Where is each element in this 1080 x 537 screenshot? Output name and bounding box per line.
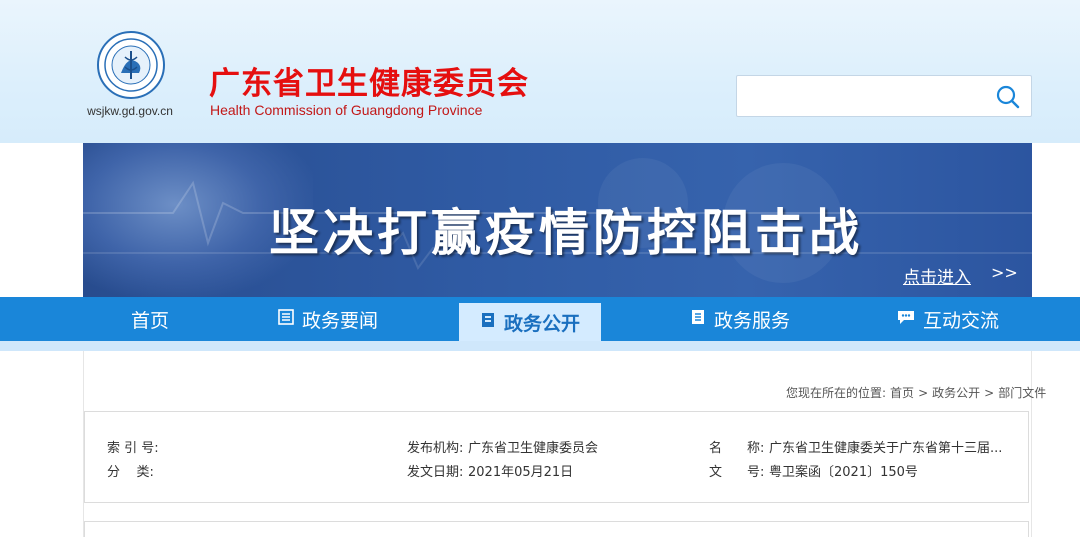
search-box [736, 75, 1032, 117]
nav-gov-service[interactable]: 政务服务 [672, 297, 808, 341]
publisher-value: 广东省卫生健康委员会 [468, 441, 599, 456]
breadcrumb-separator: > [918, 386, 929, 400]
breadcrumb: 您现在所在的位置: 首页 > 政务公开 > 部门文件 [784, 384, 1078, 401]
docno-value: 粤卫案函〔2021〕150号 [769, 465, 918, 480]
nav-underline [0, 341, 1080, 351]
site-header: wsjkw.gd.gov.cn 广东省卫生健康委员会 Health Commis… [0, 0, 1080, 143]
nav-gov-open[interactable]: 政务公开 [459, 303, 601, 341]
docno-label-b: 号: [747, 465, 765, 480]
banner-slogan: 坚决打赢疫情防控阻击战 [269, 204, 863, 262]
site-logo[interactable] [97, 31, 165, 99]
enter-arrows: >> [991, 263, 1018, 282]
category-label: 分 类: [107, 465, 154, 480]
site-title[interactable]: 广东省卫生健康委员会 [209, 58, 529, 103]
document-info-table: 索 引 号: 分 类: 发布机构: 广东省卫生健康委员会 发文日期: 2021年… [84, 411, 1029, 503]
document-icon [480, 311, 496, 333]
enter-link[interactable]: 点击进入 [903, 263, 971, 288]
breadcrumb-separator: > [984, 386, 995, 400]
nav-label: 政务公开 [503, 312, 580, 335]
publisher-label: 发布机构: [407, 441, 464, 456]
nav-news[interactable]: 政务要闻 [258, 297, 398, 341]
breadcrumb-item-dept-docs[interactable]: 部门文件 [998, 386, 1046, 400]
breadcrumb-item-home[interactable]: 首页 [890, 386, 914, 400]
search-icon[interactable] [995, 84, 1021, 110]
name-label-a: 名 [709, 441, 723, 456]
docno-label-a: 文 [709, 465, 723, 480]
name-label-b: 称: [747, 441, 765, 456]
breadcrumb-item-gov-open[interactable]: 政务公开 [932, 386, 980, 400]
service-icon [690, 308, 706, 330]
emblem-icon [104, 38, 158, 92]
chat-icon [897, 308, 915, 330]
nav-interaction[interactable]: 互动交流 [880, 297, 1016, 341]
site-url: wsjkw.gd.gov.cn [87, 104, 173, 118]
epidemic-banner[interactable]: 坚决打赢疫情防控阻击战 点击进入 >> [83, 143, 1032, 297]
nav-label: 首页 [130, 309, 169, 332]
date-label: 发文日期: [407, 465, 464, 480]
nav-home[interactable]: 首页 [84, 297, 216, 341]
nav-label: 互动交流 [922, 309, 999, 332]
index-label: 索 引 号: [107, 441, 159, 456]
breadcrumb-prefix: 您现在所在的位置: [786, 386, 887, 400]
date-value: 2021年05月21日 [468, 465, 574, 480]
site-title-en: Health Commission of Guangdong Province [210, 102, 483, 118]
document-body-box [84, 521, 1029, 537]
nav-label: 政务要闻 [301, 309, 378, 332]
name-value: 广东省卫生健康委关于广东省第十三届... [769, 441, 1003, 456]
search-input[interactable] [737, 76, 987, 116]
main-nav: 首页 政务要闻 政务公开 政务服务 互动交流 [0, 297, 1080, 341]
news-icon [278, 308, 294, 330]
nav-label: 政务服务 [713, 309, 790, 332]
